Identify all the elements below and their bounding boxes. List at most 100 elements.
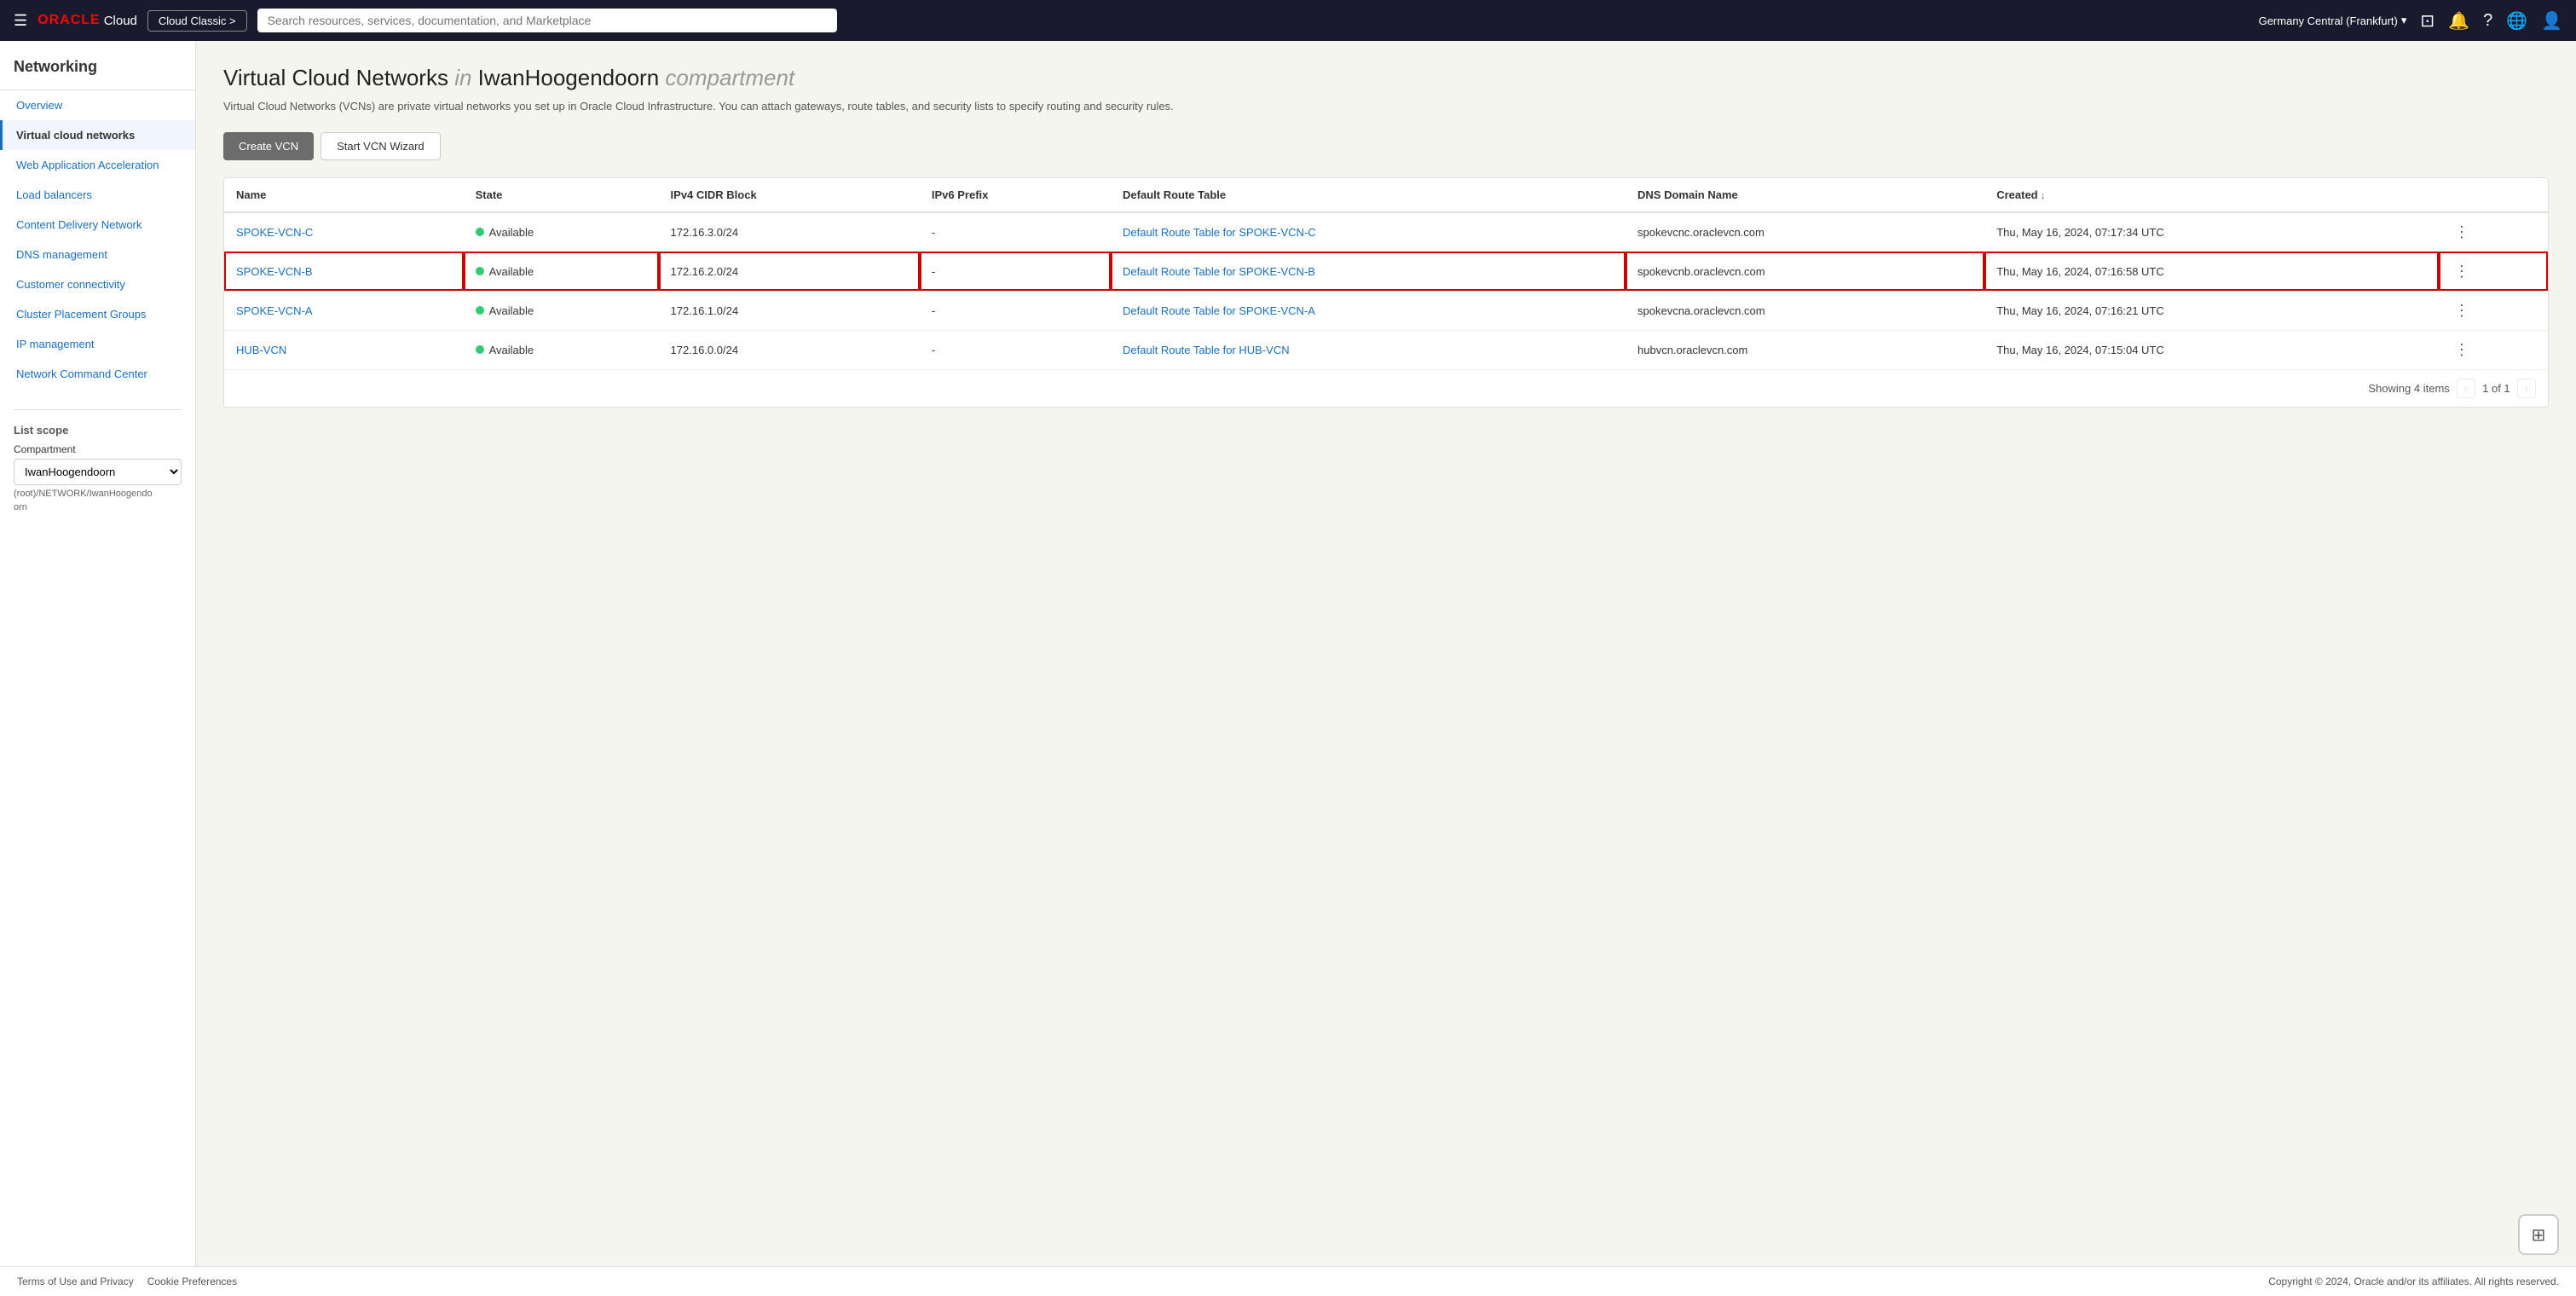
sidebar-item-overview[interactable]: Overview <box>0 90 195 120</box>
help-fab-button[interactable]: ⊞ <box>2518 1214 2559 1255</box>
hamburger-icon[interactable]: ☰ <box>14 12 27 30</box>
cell-actions: ⋮ <box>2439 330 2548 369</box>
sidebar-item-network-command-center[interactable]: Network Command Center <box>0 359 195 389</box>
sidebar-item-customer-connectivity[interactable]: Customer connectivity <box>0 269 195 299</box>
page-title: Virtual Cloud Networks in IwanHoogendoor… <box>223 65 2549 91</box>
cell-route-table: Default Route Table for SPOKE-VCN-A <box>1111 291 1626 330</box>
state-dot <box>476 267 484 275</box>
search-input[interactable] <box>257 9 837 32</box>
user-icon[interactable]: 👤 <box>2541 10 2562 32</box>
list-scope-title: List scope <box>14 424 182 437</box>
sidebar-item-load-balancers[interactable]: Load balancers <box>0 180 195 210</box>
route-table-link[interactable]: Default Route Table for SPOKE-VCN-C <box>1123 226 1316 239</box>
cell-name: HUB-VCN <box>224 330 464 369</box>
state-text: Available <box>489 344 534 356</box>
pagination-prev-button[interactable]: ‹ <box>2457 379 2475 398</box>
cell-created: Thu, May 16, 2024, 07:16:21 UTC <box>1984 291 2439 330</box>
vcn-name-link[interactable]: SPOKE-VCN-C <box>236 226 313 239</box>
bell-icon[interactable]: 🔔 <box>2448 10 2469 32</box>
compartment-path2: orn <box>14 502 182 512</box>
col-ipv6: IPv6 Prefix <box>920 178 1111 212</box>
terminal-icon[interactable]: ⊡ <box>2420 10 2434 32</box>
page-title-suffix: compartment <box>665 65 794 90</box>
cell-dns: spokevcnb.oraclevcn.com <box>1626 252 1984 291</box>
row-actions-button[interactable]: ⋮ <box>2451 263 2473 281</box>
cell-dns: hubvcn.oraclevcn.com <box>1626 330 1984 369</box>
cell-route-table: Default Route Table for HUB-VCN <box>1111 330 1626 369</box>
compartment-label: Compartment <box>14 443 182 455</box>
help-icon[interactable]: ? <box>2483 11 2492 31</box>
state-dot <box>476 345 484 354</box>
vcn-name-link[interactable]: SPOKE-VCN-B <box>236 265 313 278</box>
sidebar-item-virtual-cloud-networks[interactable]: Virtual cloud networks <box>0 120 195 150</box>
oracle-logo: ORACLE Cloud <box>38 13 137 28</box>
page-title-in: in <box>454 65 477 90</box>
chevron-down-icon: ▾ <box>2401 14 2407 27</box>
table-row: SPOKE-VCN-A Available 172.16.1.0/24 - De… <box>224 291 2548 330</box>
state-text: Available <box>489 304 534 317</box>
cookie-preferences-link[interactable]: Cookie Preferences <box>147 1276 237 1287</box>
sidebar-item-dns-management[interactable]: DNS management <box>0 240 195 269</box>
col-route-table: Default Route Table <box>1111 178 1626 212</box>
globe-icon[interactable]: 🌐 <box>2506 10 2527 32</box>
main-layout: Networking Overview Virtual cloud networ… <box>0 41 2576 1266</box>
state-dot <box>476 306 484 315</box>
sidebar: Networking Overview Virtual cloud networ… <box>0 41 196 1266</box>
help-fab-icon: ⊞ <box>2532 1224 2546 1246</box>
route-table-link[interactable]: Default Route Table for SPOKE-VCN-B <box>1123 265 1315 278</box>
cell-name: SPOKE-VCN-C <box>224 212 464 252</box>
col-actions <box>2439 178 2548 212</box>
cell-ipv4: 172.16.1.0/24 <box>659 291 920 330</box>
table-header-row: Name State IPv4 CIDR Block IPv6 Prefix D… <box>224 178 2548 212</box>
cell-route-table: Default Route Table for SPOKE-VCN-C <box>1111 212 1626 252</box>
terms-link[interactable]: Terms of Use and Privacy <box>17 1276 134 1287</box>
cloud-classic-button[interactable]: Cloud Classic > <box>147 10 247 32</box>
cell-dns: spokevcna.oraclevcn.com <box>1626 291 1984 330</box>
route-table-link[interactable]: Default Route Table for HUB-VCN <box>1123 344 1290 356</box>
top-navigation: ☰ ORACLE Cloud Cloud Classic > Germany C… <box>0 0 2576 41</box>
sidebar-item-content-delivery-network[interactable]: Content Delivery Network <box>0 210 195 240</box>
cell-ipv6: - <box>920 291 1111 330</box>
row-actions-button[interactable]: ⋮ <box>2451 223 2473 241</box>
topnav-right: Germany Central (Frankfurt) ▾ ⊡ 🔔 ? 🌐 👤 <box>2259 10 2562 32</box>
vcn-name-link[interactable]: SPOKE-VCN-A <box>236 304 313 317</box>
pagination-next-button[interactable]: › <box>2517 379 2536 398</box>
state-text: Available <box>489 226 534 239</box>
table-row: SPOKE-VCN-B Available 172.16.2.0/24 - De… <box>224 252 2548 291</box>
sidebar-item-web-app-acceleration[interactable]: Web Application Acceleration <box>0 150 195 180</box>
main-content: Virtual Cloud Networks in IwanHoogendoor… <box>196 41 2576 1266</box>
sidebar-item-ip-management[interactable]: IP management <box>0 329 195 359</box>
showing-items-text: Showing 4 items <box>2368 382 2449 395</box>
cell-actions: ⋮ <box>2439 291 2548 330</box>
col-name: Name <box>224 178 464 212</box>
col-created[interactable]: Created <box>1984 178 2439 212</box>
cell-route-table: Default Route Table for SPOKE-VCN-B <box>1111 252 1626 291</box>
cell-ipv6: - <box>920 330 1111 369</box>
create-vcn-button[interactable]: Create VCN <box>223 132 314 160</box>
cloud-text: Cloud <box>104 14 137 28</box>
start-vcn-wizard-button[interactable]: Start VCN Wizard <box>321 132 441 160</box>
cell-ipv4: 172.16.3.0/24 <box>659 212 920 252</box>
cell-state: Available <box>464 291 659 330</box>
list-scope-section: List scope Compartment IwanHoogendoorn (… <box>0 409 195 512</box>
sidebar-item-cluster-placement-groups[interactable]: Cluster Placement Groups <box>0 299 195 329</box>
page-title-compartment: IwanHoogendoorn <box>478 65 660 90</box>
col-dns: DNS Domain Name <box>1626 178 1984 212</box>
page-footer: Terms of Use and Privacy Cookie Preferen… <box>0 1266 2576 1296</box>
cell-state: Available <box>464 252 659 291</box>
cell-created: Thu, May 16, 2024, 07:15:04 UTC <box>1984 330 2439 369</box>
sidebar-title: Networking <box>0 58 195 90</box>
table-row: HUB-VCN Available 172.16.0.0/24 - Defaul… <box>224 330 2548 369</box>
vcn-name-link[interactable]: HUB-VCN <box>236 344 286 356</box>
pagination-info: 1 of 1 <box>2482 382 2510 395</box>
copyright-text: Copyright © 2024, Oracle and/or its affi… <box>2268 1276 2559 1287</box>
state-text: Available <box>489 265 534 278</box>
col-ipv4: IPv4 CIDR Block <box>659 178 920 212</box>
row-actions-button[interactable]: ⋮ <box>2451 341 2473 359</box>
compartment-select[interactable]: IwanHoogendoorn <box>14 459 182 485</box>
region-label: Germany Central (Frankfurt) <box>2259 14 2398 27</box>
route-table-link[interactable]: Default Route Table for SPOKE-VCN-A <box>1123 304 1315 317</box>
page-description: Virtual Cloud Networks (VCNs) are privat… <box>223 98 1246 115</box>
row-actions-button[interactable]: ⋮ <box>2451 302 2473 320</box>
region-selector[interactable]: Germany Central (Frankfurt) ▾ <box>2259 14 2407 27</box>
